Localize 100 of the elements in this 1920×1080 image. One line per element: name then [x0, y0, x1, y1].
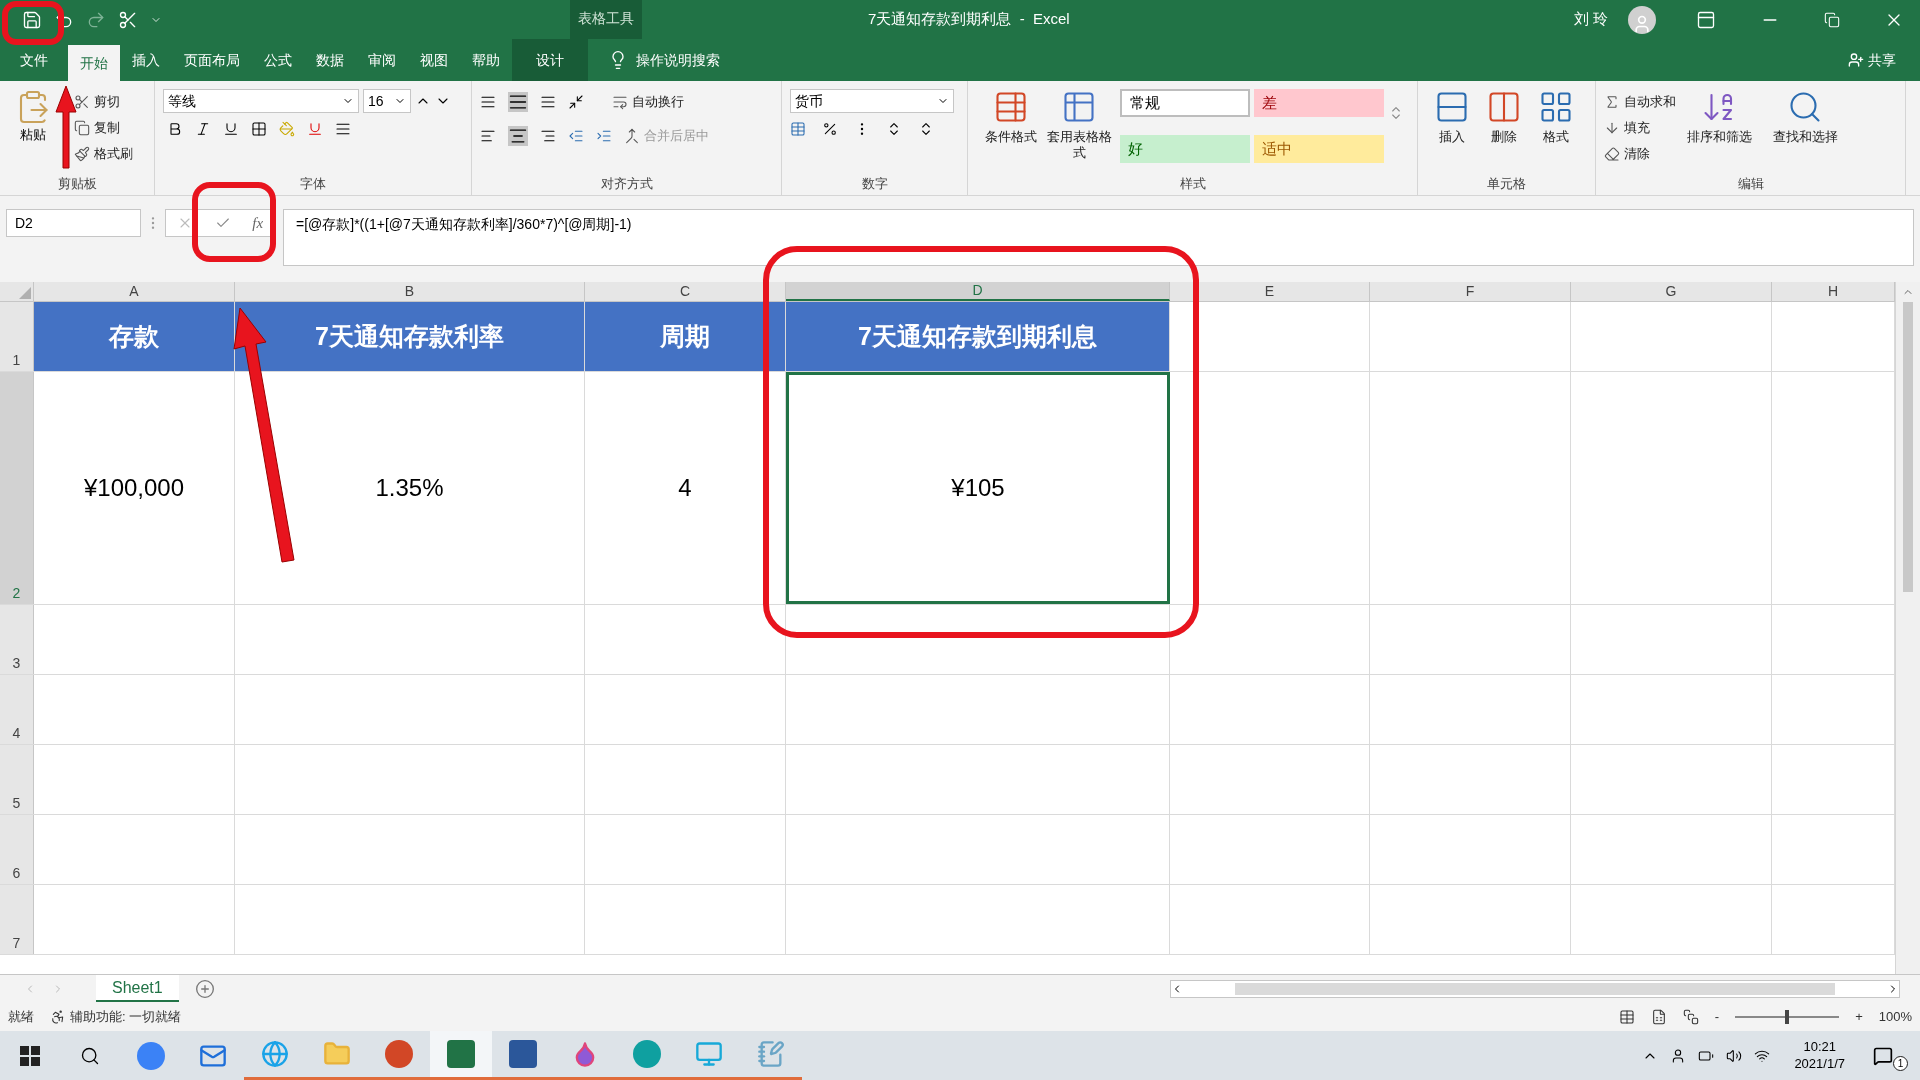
table-header-cell[interactable]: 周期	[585, 302, 786, 371]
delete-button[interactable]: 删除	[1478, 89, 1530, 173]
horizontal-scrollbar[interactable]	[1170, 979, 1900, 998]
align-left-icon[interactable]	[480, 128, 496, 144]
ribbon-tab[interactable]: 帮助	[460, 39, 512, 81]
row-header[interactable]: 7	[0, 885, 34, 954]
ribbon-tab[interactable]: 页面布局	[172, 39, 252, 81]
column-header[interactable]: F	[1370, 282, 1571, 301]
ribbon-display-icon[interactable]	[1696, 9, 1716, 30]
border-icon[interactable]	[251, 121, 267, 137]
accessibility-status: 辅助功能: 一切就绪	[70, 1007, 182, 1026]
fill-button[interactable]: 填充	[1604, 115, 1676, 141]
middle-align-icon[interactable]	[508, 92, 528, 112]
spreadsheet-app-icon[interactable]	[430, 1031, 492, 1080]
autosum-button[interactable]: 自动求和	[1604, 89, 1676, 115]
column-header[interactable]: E	[1170, 282, 1370, 301]
volume-icon[interactable]	[1726, 1047, 1743, 1064]
underline-icon[interactable]	[223, 121, 239, 137]
table-header-cell[interactable]: 7天通知存款利率	[235, 302, 585, 371]
search-field[interactable]: 操作说明搜索	[636, 49, 776, 71]
table-header-cell[interactable]: 存款	[34, 302, 235, 371]
column-header[interactable]: G	[1571, 282, 1772, 301]
search-icon[interactable]	[80, 1045, 100, 1066]
page-layout-view-icon[interactable]	[1650, 1008, 1667, 1025]
formula-field[interactable]: =[@存款]*((1+[@7天通知存款利率]/360*7)^[@周期]-1)	[283, 209, 1914, 266]
name-box[interactable]: D2	[6, 209, 141, 237]
copy-button[interactable]: 复制	[74, 115, 133, 141]
bold-icon[interactable]	[167, 121, 183, 137]
paste-button[interactable]: 粘贴	[8, 89, 58, 173]
scissors-icon	[74, 94, 90, 110]
group-label: 单元格	[1487, 175, 1526, 194]
fill-color-icon[interactable]	[279, 121, 295, 137]
insert-button[interactable]: 插入	[1426, 89, 1478, 173]
percent-icon[interactable]	[822, 121, 838, 137]
row-header[interactable]: 5	[0, 745, 34, 814]
bottom-align-icon[interactable]	[540, 94, 556, 110]
scissors-icon[interactable]	[118, 9, 138, 30]
notification-count: 1	[1893, 1056, 1908, 1071]
cell-style-swatch[interactable]: 差	[1254, 89, 1384, 117]
scrollbar-thumb[interactable]	[1235, 982, 1835, 995]
top-align-icon[interactable]	[480, 94, 496, 110]
indent-increase-icon[interactable]	[596, 128, 612, 144]
insert-function-button[interactable]: fx	[252, 211, 264, 235]
column-header[interactable]: A	[34, 282, 235, 301]
row-header[interactable]: 3	[0, 605, 34, 674]
column-header[interactable]: B	[235, 282, 585, 301]
conditional-format-button[interactable]: 条件格式	[976, 89, 1046, 173]
ribbon-tab[interactable]: 数据	[304, 39, 356, 81]
font-color-icon[interactable]	[307, 121, 323, 137]
ribbon-tab[interactable]: 插入	[120, 39, 172, 81]
orientation-icon[interactable]	[568, 94, 584, 110]
table-format-button[interactable]: 套用表格格式	[1046, 89, 1112, 173]
cut-button[interactable]: 剪切	[74, 89, 133, 115]
row-header[interactable]: 6	[0, 815, 34, 884]
share-button[interactable]: 共享	[1848, 39, 1920, 81]
wrap-text-button[interactable]: 自动换行	[612, 89, 684, 115]
scrollbar-thumb[interactable]	[1903, 302, 1913, 592]
add-sheet-icon[interactable]	[194, 978, 215, 999]
row-header[interactable]: 2	[0, 372, 34, 604]
table-icon	[1061, 89, 1097, 125]
italic-icon[interactable]	[195, 121, 211, 137]
zoom-in-button[interactable]: +	[1855, 1006, 1863, 1027]
group-label: 样式	[1179, 175, 1206, 194]
ribbon-tab[interactable]: 审阅	[356, 39, 408, 81]
zoom-out-button[interactable]: -	[1714, 1006, 1720, 1027]
column-header[interactable]: D	[786, 282, 1170, 301]
row-header[interactable]: 4	[0, 675, 34, 744]
table-cell[interactable]: ¥105	[786, 372, 1170, 604]
indent-decrease-icon[interactable]	[568, 128, 584, 144]
table-icon	[993, 89, 1029, 125]
align-center-icon[interactable]	[508, 126, 528, 146]
align-right-icon[interactable]	[540, 128, 556, 144]
save-icon[interactable]	[22, 9, 42, 30]
row-header[interactable]: 1	[0, 302, 34, 371]
font-name-dropdown[interactable]: 等线	[163, 89, 359, 113]
normal-view-icon[interactable]	[1618, 1008, 1635, 1025]
table-header-cell[interactable]: 7天通知存款到期利息	[786, 302, 1170, 371]
clear-button[interactable]: 清除	[1604, 141, 1676, 167]
table-cell[interactable]: ¥100,000	[34, 372, 235, 604]
sort-filter-button[interactable]: 排序和筛选	[1676, 89, 1762, 173]
vertical-scrollbar[interactable]	[1895, 282, 1920, 974]
ribbon-tab[interactable]: 公式	[252, 39, 304, 81]
ribbon-tab[interactable]: 设计	[512, 39, 588, 81]
ribbon-tab[interactable]: 视图	[408, 39, 460, 81]
ribbon-tab[interactable]: 文件	[0, 39, 68, 81]
font-size-dropdown[interactable]: 16	[363, 89, 411, 113]
format-button[interactable]: 格式	[1530, 89, 1582, 173]
number-format-dropdown[interactable]: 货币	[790, 89, 954, 113]
find-select-button[interactable]: 查找和选择	[1762, 89, 1848, 173]
cell-style-swatch[interactable]: 常规	[1120, 89, 1250, 117]
clock-time: 10:21	[1803, 1039, 1836, 1056]
table-cell[interactable]: 4	[585, 372, 786, 604]
person-add-icon	[1848, 52, 1864, 68]
format-painter-button[interactable]: 格式刷	[74, 141, 133, 167]
cell-style-swatch[interactable]: 好	[1120, 135, 1250, 163]
sheet-tab[interactable]: Sheet1	[96, 975, 179, 1002]
restore-icon[interactable]	[1824, 11, 1840, 28]
ribbon-tab[interactable]: 开始	[68, 45, 120, 81]
cell-style-swatch[interactable]: 适中	[1254, 135, 1384, 163]
zoom-slider[interactable]	[1735, 1009, 1840, 1024]
